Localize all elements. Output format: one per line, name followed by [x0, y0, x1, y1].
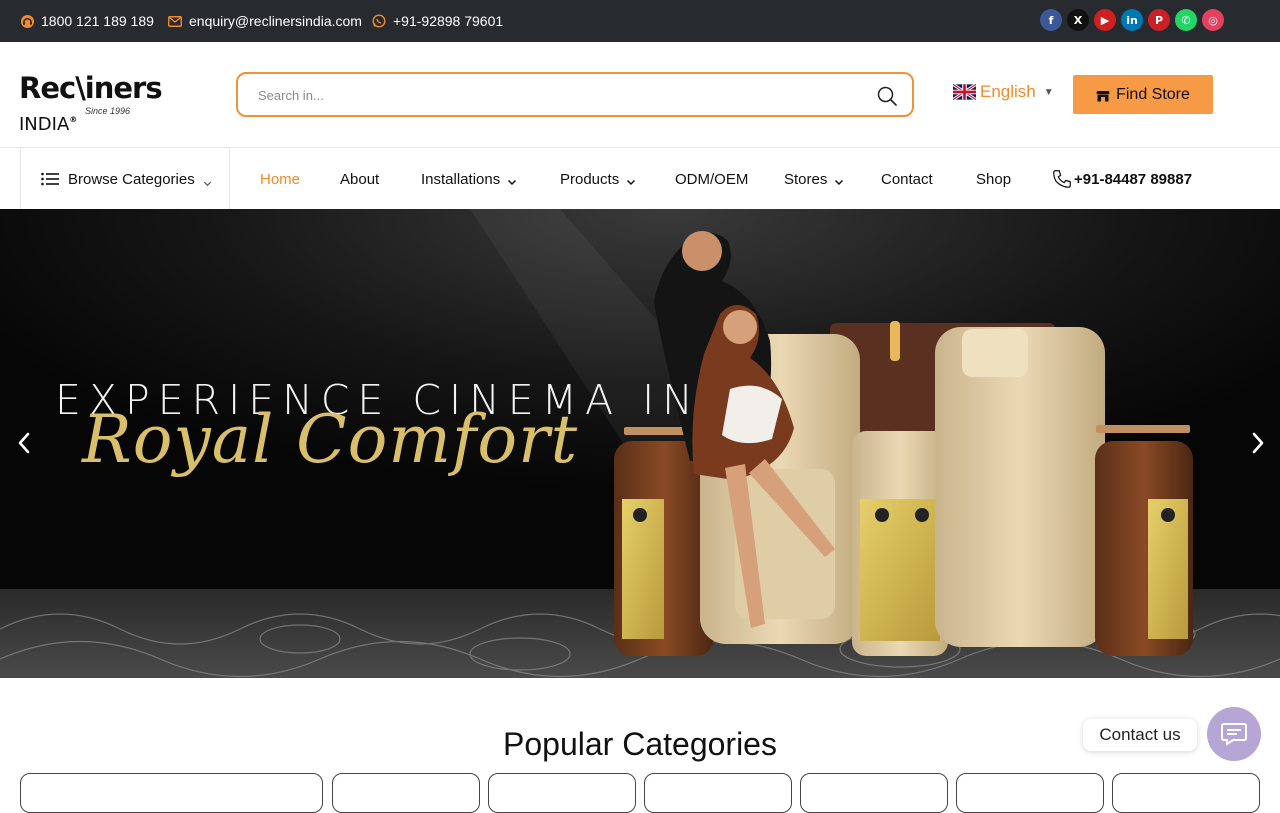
caret-down-icon: ▼	[1043, 86, 1054, 98]
main-nav: Browse Categories Home About Installatio…	[0, 149, 1280, 209]
category-card[interactable]	[1112, 773, 1260, 813]
uk-flag-icon	[952, 83, 977, 101]
topbar-email-text: enquiry@reclinersindia.com	[189, 13, 362, 29]
category-card[interactable]	[800, 773, 948, 813]
search-icon[interactable]	[876, 85, 898, 107]
hero-slider: EXPERIENCE CINEMA IN Royal Comfort	[0, 209, 1280, 678]
site-header: Rec\iners INDIA® Since 1996 English ▼ Fi…	[0, 42, 1280, 148]
chevron-down-icon	[834, 174, 844, 186]
chat-icon	[1221, 723, 1247, 746]
whatsapp-icon[interactable]: ✆	[1175, 9, 1197, 31]
chevron-left-icon	[18, 432, 30, 454]
list-menu-icon	[41, 172, 59, 186]
instagram-icon[interactable]: ◎	[1202, 9, 1224, 31]
nav-installations[interactable]: Installations	[421, 149, 517, 209]
contact-us-bubble[interactable]: Contact us	[1083, 719, 1197, 751]
contact-widget-button[interactable]	[1207, 707, 1261, 761]
category-card[interactable]	[332, 773, 480, 813]
search-input[interactable]	[258, 85, 858, 105]
language-selector[interactable]: English ▼	[952, 82, 1054, 102]
facebook-icon[interactable]: f	[1040, 9, 1062, 31]
nav-about[interactable]: About	[340, 149, 379, 209]
language-label: English	[980, 82, 1036, 101]
search-box	[236, 72, 914, 117]
pinterest-icon[interactable]: P	[1148, 9, 1170, 31]
headset-icon	[19, 13, 35, 29]
whatsapp-icon	[371, 13, 387, 29]
top-bar: 1800 121 189 189 enquiry@reclinersindia.…	[0, 0, 1280, 42]
hero-script-text: Royal Comfort	[82, 401, 579, 478]
nav-contact[interactable]: Contact	[881, 149, 933, 209]
category-card[interactable]	[488, 773, 636, 813]
phone-icon	[1051, 168, 1073, 190]
slider-prev-button[interactable]	[14, 430, 34, 456]
chevron-right-icon	[1252, 432, 1264, 454]
topbar-whatsapp-text: +91-92898 79601	[393, 13, 504, 29]
chevron-down-icon	[507, 174, 517, 186]
topbar-phone-text: 1800 121 189 189	[41, 13, 154, 29]
nav-products[interactable]: Products	[560, 149, 636, 209]
category-card[interactable]	[20, 773, 323, 813]
topbar-whatsapp[interactable]: +91-92898 79601	[371, 0, 503, 42]
linkedin-icon[interactable]: in	[1121, 9, 1143, 31]
nav-stores[interactable]: Stores	[784, 149, 844, 209]
category-card[interactable]	[644, 773, 792, 813]
find-store-label: Find Store	[1116, 85, 1190, 103]
social-links: f X ▶ in P ✆ ◎	[1040, 9, 1224, 31]
nav-shop[interactable]: Shop	[976, 149, 1011, 209]
find-store-button[interactable]: Find Store	[1073, 75, 1213, 114]
nav-odm-oem[interactable]: ODM/OEM	[675, 149, 748, 209]
nav-home[interactable]: Home	[260, 149, 300, 209]
topbar-email[interactable]: enquiry@reclinersindia.com	[167, 0, 362, 42]
store-icon	[1096, 89, 1110, 101]
chevron-down-icon	[626, 174, 636, 186]
slider-next-button[interactable]	[1248, 430, 1268, 456]
logo-tagline: Since 1996	[85, 106, 131, 116]
browse-categories-button[interactable]: Browse Categories	[20, 149, 230, 209]
envelope-icon	[167, 13, 183, 29]
site-logo[interactable]: Rec\iners INDIA® Since 1996	[19, 72, 199, 135]
browse-categories-label: Browse Categories	[68, 170, 195, 188]
category-card[interactable]	[956, 773, 1104, 813]
x-icon[interactable]: X	[1067, 9, 1089, 31]
topbar-phone[interactable]: 1800 121 189 189	[19, 0, 154, 42]
chevron-down-icon	[203, 175, 212, 186]
nav-phone-link[interactable]: +91-84487 89887	[1051, 149, 1192, 209]
youtube-icon[interactable]: ▶	[1094, 9, 1116, 31]
